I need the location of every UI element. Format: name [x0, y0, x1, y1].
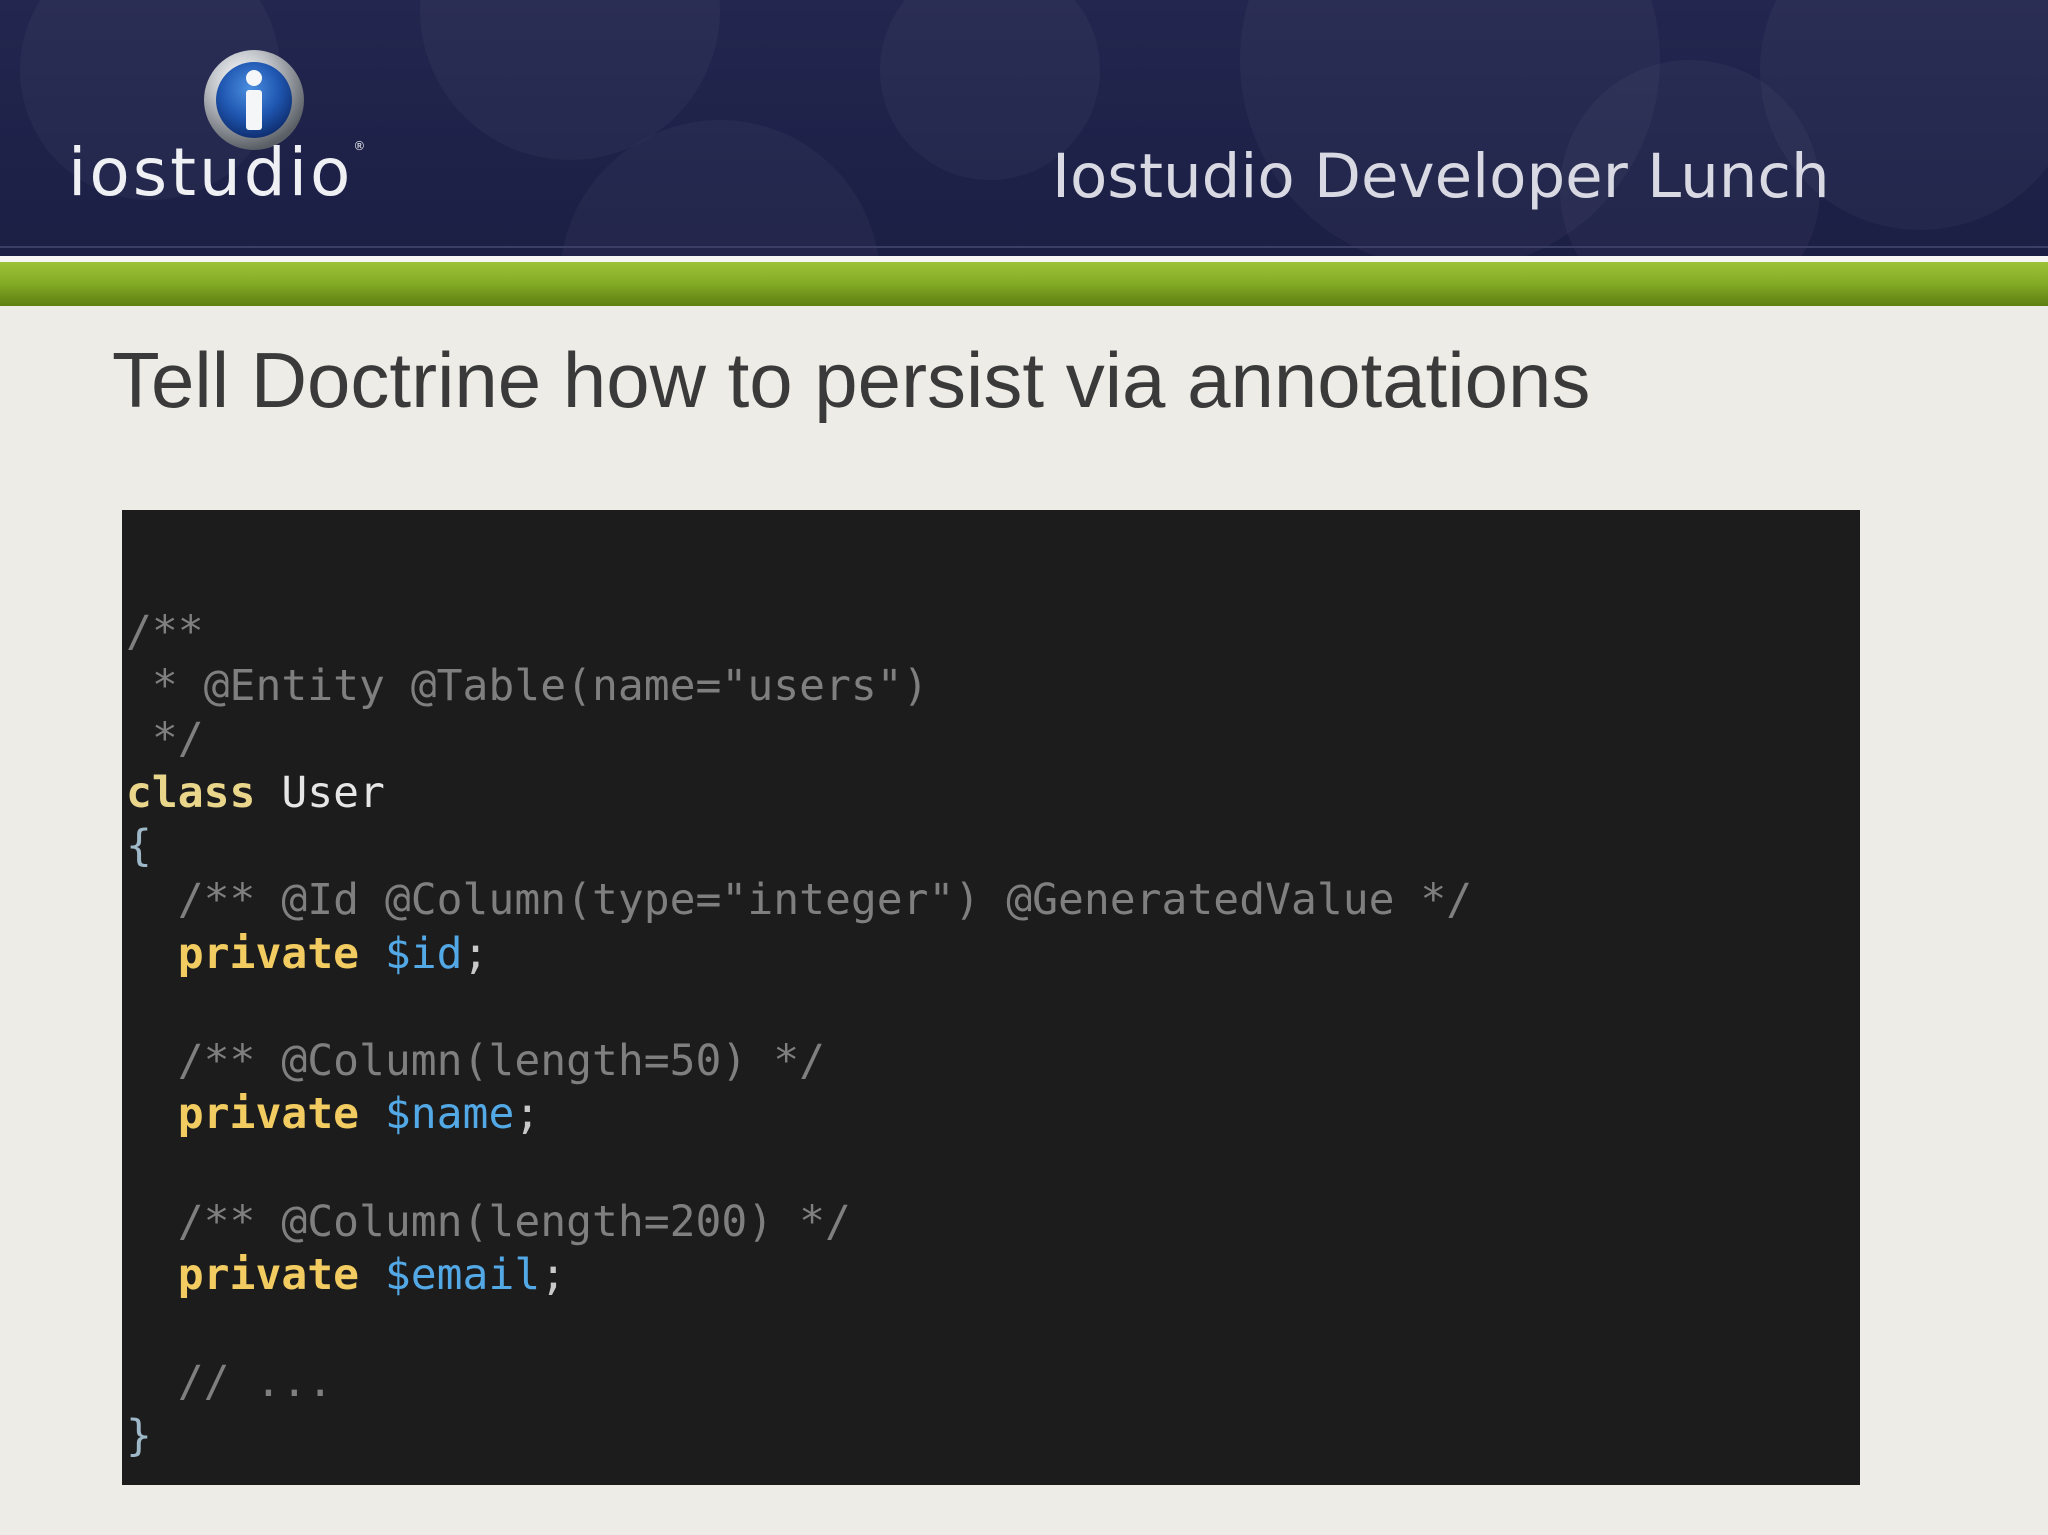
code-line: { [126, 821, 152, 872]
code-line: class User [126, 767, 385, 818]
code-screenshot: /** * @Entity @Table(name="users") */ cl… [122, 510, 1860, 1485]
accent-band [0, 262, 2048, 306]
registered-mark: ® [353, 139, 366, 153]
code-line: } [126, 1410, 152, 1461]
code-line: /** @Column(length=200) */ [126, 1196, 851, 1247]
logo-wordmark: iostudio® [68, 134, 366, 211]
code-line: private $id; [177, 928, 489, 979]
code-line: /** @Id @Column(type="integer") @Generat… [126, 874, 1473, 925]
slide-header: iostudio® Iostudio Developer Lunch [0, 0, 2048, 262]
code-block: /** * @Entity @Table(name="users") */ cl… [126, 606, 1472, 1464]
code-line: private $name; [177, 1089, 541, 1140]
presentation-title: Iostudio Developer Lunch [1052, 141, 1830, 212]
code-line: private $email; [177, 1250, 567, 1301]
slide-title: Tell Doctrine how to persist via annotat… [112, 336, 1591, 424]
code-line: * @Entity @Table(name="users") [126, 660, 929, 711]
code-line: */ [126, 714, 204, 765]
code-line: /** @Column(length=50) */ [126, 1035, 825, 1086]
header-divider [0, 246, 2048, 248]
code-line: /** [126, 607, 204, 657]
code-line: // ... [126, 1357, 334, 1408]
